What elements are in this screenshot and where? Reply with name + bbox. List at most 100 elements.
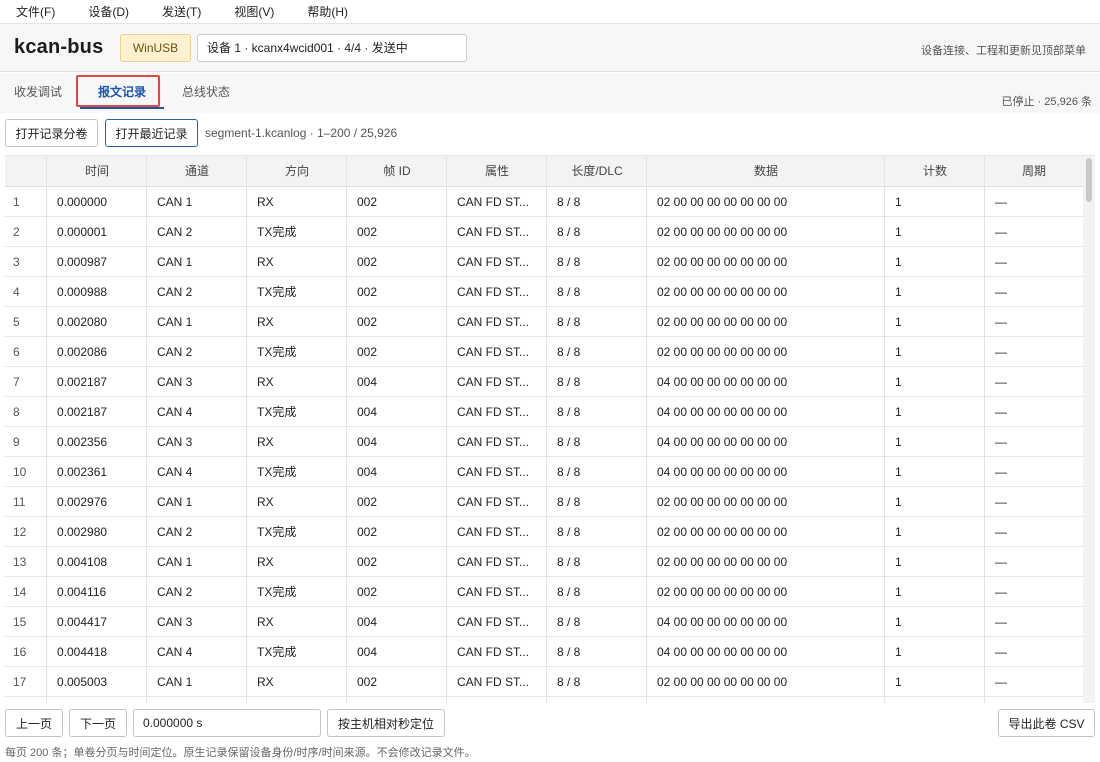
length-dlc-cell: 8 / 8 <box>557 525 581 539</box>
table-row[interactable]: 6 0.002086 CAN 2 TX完成 002 CAN FD ST... 8 / 8 02… <box>5 337 1083 367</box>
time-cell: 0.004418 <box>57 645 108 659</box>
open-recent-button[interactable]: 打开最近记录 <box>105 119 198 147</box>
table-row[interactable]: 7 0.002187 CAN 3 RX 004 CAN FD ST... 8 / 8 04 0… <box>5 367 1083 397</box>
prev-page-button[interactable]: 上一页 <box>5 709 63 737</box>
channel-cell: CAN 2 <box>157 225 193 239</box>
column-header-direction[interactable]: 方向 <box>247 156 347 187</box>
period-cell: — <box>995 255 1007 269</box>
column-divider <box>984 156 985 703</box>
table-row[interactable]: 1 0.000000 CAN 1 RX 002 CAN FD ST... 8 / 8 02 0… <box>5 187 1083 217</box>
data-cell: 04 00 00 00 00 00 00 00 <box>657 615 788 629</box>
time-cell: 0.002080 <box>57 315 108 329</box>
count-cell: 1 <box>895 585 902 599</box>
column-header-attribute[interactable]: 属性 <box>447 156 547 187</box>
column-divider <box>146 156 147 703</box>
menu-send[interactable]: 发送(T) <box>154 0 209 24</box>
period-cell: — <box>995 645 1007 659</box>
device-selector[interactable]: 设备 1 · kcanx4wcid001 · 4/4 · 发送中 <box>197 34 467 62</box>
table-row[interactable]: 2 0.000001 CAN 2 TX完成 002 CAN FD ST... 8 / 8 02… <box>5 217 1083 247</box>
open-segment-button[interactable]: 打开记录分卷 <box>5 119 98 147</box>
count-cell: 1 <box>895 225 902 239</box>
channel-cell: CAN 2 <box>157 285 193 299</box>
channel-cell: CAN 1 <box>157 195 193 209</box>
count-cell: 1 <box>895 615 902 629</box>
menu-device[interactable]: 设备(D) <box>80 0 137 24</box>
export-csv-button[interactable]: 导出此卷 CSV <box>998 709 1095 737</box>
tab-message-log[interactable]: 报文记录 <box>98 83 146 100</box>
log-toolbar: 打开记录分卷 打开最近记录 segment-1.kcanlog · 1–200 … <box>0 113 1100 153</box>
table-row[interactable]: 14 0.004116 CAN 2 TX完成 002 CAN FD ST... 8 / 8 0… <box>5 577 1083 607</box>
segment-info: segment-1.kcanlog · 1–200 / 25,926 <box>205 126 398 140</box>
table-row[interactable]: 16 0.004418 CAN 4 TX完成 004 CAN FD ST... 8 / 8 0… <box>5 637 1083 667</box>
channel-cell: CAN 1 <box>157 675 193 689</box>
count-cell: 1 <box>895 555 902 569</box>
direction-cell: TX完成 <box>257 225 297 239</box>
tab-bus-status[interactable]: 总线状态 <box>182 83 230 100</box>
next-page-button[interactable]: 下一页 <box>69 709 127 737</box>
period-cell: — <box>995 435 1007 449</box>
table-row[interactable]: 4 0.000988 CAN 2 TX完成 002 CAN FD ST... 8 / 8 02… <box>5 277 1083 307</box>
attribute-cell: CAN FD ST... <box>457 585 530 599</box>
column-header-data[interactable]: 数据 <box>647 156 885 187</box>
time-cell: 0.002980 <box>57 525 108 539</box>
column-divider <box>346 156 347 703</box>
length-dlc-cell: 8 / 8 <box>557 315 581 329</box>
channel-cell: CAN 3 <box>157 615 193 629</box>
scrollbar-thumb[interactable] <box>1086 158 1092 202</box>
channel-cell: CAN 1 <box>157 315 193 329</box>
channel-cell: CAN 2 <box>157 345 193 359</box>
column-header-channel[interactable]: 通道 <box>147 156 247 187</box>
frame-id-cell: 004 <box>357 615 378 629</box>
column-header-time[interactable]: 时间 <box>47 156 147 187</box>
time-cell: 0.000001 <box>57 225 108 239</box>
attribute-cell: CAN FD ST... <box>457 435 530 449</box>
attribute-cell: CAN FD ST... <box>457 495 530 509</box>
table-scrollbar[interactable] <box>1083 156 1095 703</box>
menu-view[interactable]: 视图(V) <box>226 0 282 24</box>
frame-id-cell: 002 <box>357 255 378 269</box>
time-cell: 0.004417 <box>57 615 108 629</box>
direction-cell: RX <box>257 315 274 329</box>
tab-transceive-debug[interactable]: 收发调试 <box>14 83 62 100</box>
attribute-cell: CAN FD ST... <box>457 345 530 359</box>
attribute-cell: CAN FD ST... <box>457 645 530 659</box>
time-locate-input[interactable] <box>133 709 321 737</box>
table-row[interactable]: 3 0.000987 CAN 1 RX 002 CAN FD ST... 8 / 8 02 0… <box>5 247 1083 277</box>
table-row[interactable]: 15 0.004417 CAN 3 RX 004 CAN FD ST... 8 / 8 04 … <box>5 607 1083 637</box>
app-header: kcan-bus WinUSB 设备 1 · kcanx4wcid001 · 4… <box>0 24 1100 72</box>
row-index-cell: 12 <box>13 525 27 539</box>
direction-cell: TX完成 <box>257 465 297 479</box>
locate-by-host-time-button[interactable]: 按主机相对秒定位 <box>327 709 445 737</box>
channel-cell: CAN 3 <box>157 375 193 389</box>
time-cell: 0.002187 <box>57 405 108 419</box>
length-dlc-cell: 8 / 8 <box>557 675 581 689</box>
frame-id-cell: 002 <box>357 225 378 239</box>
table-row[interactable]: 10 0.002361 CAN 4 TX完成 004 CAN FD ST... 8 / 8 0… <box>5 457 1083 487</box>
table-row[interactable]: 8 0.002187 CAN 4 TX完成 004 CAN FD ST... 8 / 8 04… <box>5 397 1083 427</box>
table-row[interactable]: 13 0.004108 CAN 1 RX 002 CAN FD ST... 8 / 8 02 … <box>5 547 1083 577</box>
table-row[interactable]: 9 0.002356 CAN 3 RX 004 CAN FD ST... 8 / 8 04 0… <box>5 427 1083 457</box>
column-divider <box>46 156 47 703</box>
length-dlc-cell: 8 / 8 <box>557 195 581 209</box>
column-header-period[interactable]: 周期 <box>985 156 1083 187</box>
frame-id-cell: 004 <box>357 435 378 449</box>
table-header: 时间 通道 方向 帧 ID 属性 长度/DLC 数据 计数 周期 <box>5 156 1083 187</box>
table-row[interactable]: 12 0.002980 CAN 2 TX完成 002 CAN FD ST... 8 / 8 0… <box>5 517 1083 547</box>
row-index-cell: 10 <box>13 465 27 479</box>
direction-cell: TX完成 <box>257 345 297 359</box>
menu-help[interactable]: 帮助(H) <box>299 0 356 24</box>
table-row[interactable]: 11 0.002976 CAN 1 RX 002 CAN FD ST... 8 / 8 02 … <box>5 487 1083 517</box>
time-cell: 0.002976 <box>57 495 108 509</box>
frame-id-cell: 002 <box>357 495 378 509</box>
menu-file[interactable]: 文件(F) <box>8 0 63 24</box>
column-header-count[interactable]: 计数 <box>885 156 985 187</box>
app-title: kcan-bus <box>14 36 104 58</box>
direction-cell: RX <box>257 195 274 209</box>
column-header-length-dlc[interactable]: 长度/DLC <box>547 156 647 187</box>
table-row[interactable]: 17 0.005003 CAN 1 RX 002 CAN FD ST... 8 / 8 02 … <box>5 667 1083 697</box>
table-row[interactable]: 5 0.002080 CAN 1 RX 002 CAN FD ST... 8 / 8 02 0… <box>5 307 1083 337</box>
column-header-frame-id[interactable]: 帧 ID <box>347 156 447 187</box>
direction-cell: TX完成 <box>257 525 297 539</box>
period-cell: — <box>995 405 1007 419</box>
length-dlc-cell: 8 / 8 <box>557 585 581 599</box>
